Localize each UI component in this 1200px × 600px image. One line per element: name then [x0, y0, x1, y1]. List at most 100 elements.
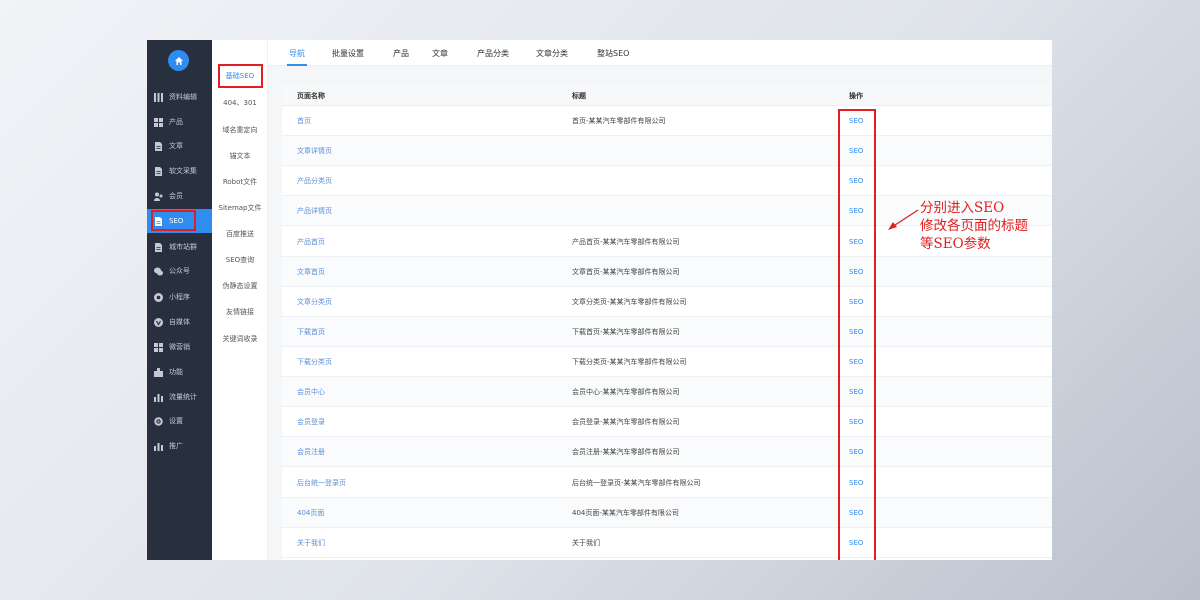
sidebar-item[interactable]: 文章: [147, 134, 212, 158]
seo-edit-link[interactable]: SEO: [849, 136, 863, 166]
page-name-link[interactable]: 产品分类页: [297, 166, 332, 196]
grid-icon: [154, 117, 163, 127]
page-name-link[interactable]: 下载首页: [297, 317, 325, 347]
seo-edit-link[interactable]: SEO: [849, 227, 863, 257]
home-button[interactable]: [168, 50, 189, 71]
table-row: 文章详情页 SEO: [282, 136, 1052, 167]
page-name-link[interactable]: 404页面: [297, 498, 324, 528]
page-name-link[interactable]: 首页: [297, 106, 311, 136]
page-title-text: 产品首页-某某汽车零部件有限公司: [572, 237, 680, 246]
table-row: 会员登录 会员登录-某某汽车零部件有限公司 SEO: [282, 407, 1052, 438]
sidebar-item-label: 流量统计: [169, 393, 197, 401]
main-sidebar: 资料编辑产品文章 软文采集会员 SEO 城市站群公众号小程序 自媒体微营销功能流量统计设…: [147, 40, 212, 560]
page-name-link[interactable]: 会员登录: [297, 407, 325, 437]
page-name-link[interactable]: 文章分类页: [297, 287, 332, 317]
sidebar-item-label: SEO: [169, 217, 184, 225]
submenu-item[interactable]: 友情链接: [212, 304, 268, 320]
sidebar-item[interactable]: 产品: [147, 110, 212, 134]
columns-icon: [154, 92, 163, 102]
sidebar-item-label: 产品: [169, 118, 183, 126]
submenu-item[interactable]: 404、301: [212, 95, 268, 111]
table-row: 会员注册 会员注册-某某汽车零部件有限公司 SEO: [282, 437, 1052, 468]
seo-edit-link[interactable]: SEO: [849, 437, 863, 467]
gear-icon: [154, 416, 163, 426]
page-title-text: 404页面-某某汽车零部件有限公司: [572, 508, 679, 517]
tab[interactable]: 批量设置: [332, 40, 364, 66]
home-icon: [174, 56, 183, 65]
submenu-item[interactable]: Robot文件: [212, 174, 268, 190]
sidebar-item[interactable]: 自媒体: [147, 310, 212, 334]
seo-edit-link[interactable]: SEO: [849, 257, 863, 287]
tab[interactable]: 产品分类: [477, 40, 509, 66]
tab[interactable]: 文章分类: [536, 40, 568, 66]
table-row: 文章分类页 文章分类页-某某汽车零部件有限公司 SEO: [282, 287, 1052, 317]
sidebar-item-label: 设置: [169, 417, 183, 425]
page-name-link[interactable]: 产品首页: [297, 227, 325, 257]
sidebar-item-label: 会员: [169, 192, 183, 200]
page-title-text: 后台统一登录页-某某汽车零部件有限公司: [572, 478, 701, 487]
seo-edit-link[interactable]: SEO: [849, 407, 863, 437]
table-row: 文章首页 文章首页-某某汽车零部件有限公司 SEO: [282, 256, 1052, 287]
sidebar-item[interactable]: 设置: [147, 409, 212, 433]
page-name-link[interactable]: 会员中心: [297, 377, 325, 407]
sidebar-item[interactable]: 推广: [147, 434, 212, 458]
page-title-text: 下载分类页-某某汽车零部件有限公司: [572, 358, 687, 367]
sidebar-item-label: 城市站群: [169, 243, 197, 251]
seo-edit-link[interactable]: SEO: [849, 468, 863, 498]
miniprogram-icon: [154, 292, 163, 302]
seo-edit-link[interactable]: SEO: [849, 528, 863, 558]
page-name-link[interactable]: 关于我们: [297, 528, 325, 558]
submenu-item[interactable]: 锚文本: [212, 148, 268, 164]
puzzle-icon: [154, 367, 163, 377]
page-name-link[interactable]: 后台统一登录页: [297, 468, 346, 498]
sidebar-item[interactable]: 会员: [147, 184, 212, 208]
page-name-link[interactable]: 下载分类页: [297, 347, 332, 377]
sidebar-item[interactable]: 资料编辑: [147, 85, 212, 109]
submenu-item[interactable]: Sitemap文件: [212, 200, 268, 216]
page-name-link[interactable]: 会员注册: [297, 437, 325, 467]
tab-bar: 导航 批量设置 产品 文章 产品分类 文章分类 整站SEO: [268, 40, 1052, 66]
submenu-item[interactable]: 关键词收录: [212, 331, 268, 347]
seo-edit-link[interactable]: SEO: [849, 317, 863, 347]
table-row: 首页 首页-某某汽车零部件有限公司 SEO: [282, 106, 1052, 136]
tab[interactable]: 整站SEO: [597, 40, 629, 66]
submenu-item[interactable]: 百度推送: [212, 226, 268, 242]
seo-edit-link[interactable]: SEO: [849, 347, 863, 377]
tab[interactable]: 导航: [287, 40, 307, 66]
submenu-item[interactable]: 域名重定向: [212, 122, 268, 138]
bar-chart-icon: [154, 393, 163, 402]
submenu-item[interactable]: 基础SEO: [212, 68, 268, 84]
annotation-arrow-icon: [888, 209, 919, 230]
sidebar-item-label: 推广: [169, 442, 183, 450]
seo-edit-link[interactable]: SEO: [849, 196, 863, 226]
sidebar-item-label: 微营销: [169, 343, 190, 351]
sidebar-item[interactable]: 城市站群: [147, 235, 212, 259]
column-header-name: 页面名称: [297, 91, 325, 100]
sidebar-item-label: 公众号: [169, 267, 190, 275]
sidebar-item-label: 功能: [169, 368, 183, 376]
sidebar-item[interactable]: 小程序: [147, 285, 212, 309]
page-title-text: 会员中心-某某汽车零部件有限公司: [572, 388, 680, 397]
page-name-link[interactable]: 文章首页: [297, 257, 325, 287]
seo-edit-link[interactable]: SEO: [849, 287, 863, 317]
sidebar-item[interactable]: 微营销: [147, 335, 212, 359]
sidebar-item[interactable]: 公众号: [147, 259, 212, 283]
seo-edit-link[interactable]: SEO: [849, 106, 863, 136]
seo-edit-link[interactable]: SEO: [849, 498, 863, 528]
sidebar-item[interactable]: 流量统计: [147, 385, 212, 409]
tab[interactable]: 文章: [432, 40, 448, 66]
seo-edit-link[interactable]: SEO: [849, 377, 863, 407]
sidebar-item[interactable]: SEO: [147, 209, 212, 233]
sidebar-item[interactable]: 软文采集: [147, 159, 212, 183]
page-name-link[interactable]: 产品详情页: [297, 196, 332, 226]
sidebar-item[interactable]: 功能: [147, 360, 212, 384]
seo-pages-table: 页面名称 标题 操作 首页 首页-某某汽车零部件有限公司 SEO 文章详情页 SEO 产品…: [282, 85, 1052, 560]
submenu-item[interactable]: SEO查询: [212, 252, 268, 268]
seo-edit-link[interactable]: SEO: [849, 166, 863, 196]
page-title-text: 会员登录-某某汽车零部件有限公司: [572, 418, 680, 427]
page-title-text: 文章分类页-某某汽车零部件有限公司: [572, 297, 687, 306]
table-header: 页面名称 标题 操作: [282, 85, 1052, 106]
page-name-link[interactable]: 文章详情页: [297, 136, 332, 166]
tab[interactable]: 产品: [393, 40, 409, 66]
submenu-item[interactable]: 伪静态设置: [212, 278, 268, 294]
